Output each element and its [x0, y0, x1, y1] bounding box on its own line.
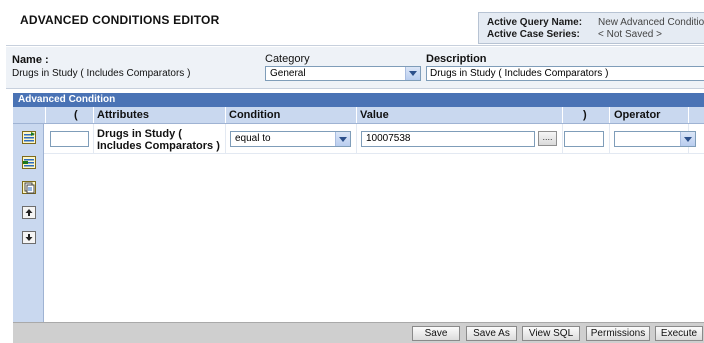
value-input[interactable]: 10007538 [361, 131, 535, 147]
row-divider [356, 124, 357, 154]
condition-select-value: equal to [235, 133, 271, 144]
active-case-label: Active Case Series: [487, 29, 580, 40]
column-divider [562, 107, 563, 123]
copy-row-icon[interactable] [22, 181, 36, 194]
category-label: Category [265, 53, 310, 65]
save-button[interactable]: Save [412, 326, 460, 341]
page-title: ADVANCED CONDITIONS EDITOR [20, 13, 220, 27]
execute-button[interactable]: Execute [655, 326, 703, 341]
description-input[interactable]: Drugs in Study ( Includes Comparators ) [426, 66, 704, 81]
description-label: Description [426, 53, 487, 65]
attribute-cell: Drugs in Study ( Includes Comparators ) [97, 128, 220, 152]
save-as-button[interactable]: Save As [466, 326, 517, 341]
row-toolbar [13, 124, 44, 322]
row-divider [93, 124, 94, 154]
category-select[interactable]: General [265, 66, 421, 81]
active-query-box: Active Query Name: New Advanced Conditio… [478, 12, 704, 44]
column-close-paren: ) [583, 109, 587, 121]
category-select-value: General [270, 68, 306, 79]
close-paren-input[interactable] [564, 131, 604, 147]
column-divider [688, 107, 689, 123]
column-divider [609, 107, 610, 123]
column-condition: Condition [229, 109, 281, 121]
active-query-label: Active Query Name: [487, 17, 583, 28]
column-attributes: Attributes [97, 109, 149, 121]
condition-select[interactable]: equal to [230, 131, 351, 147]
column-divider [356, 107, 357, 123]
operator-select[interactable] [614, 131, 696, 147]
condition-grid-header: ( Attributes Condition Value ) Operator [13, 107, 704, 124]
chevron-down-icon[interactable] [680, 132, 695, 146]
active-query-value: New Advanced Condition [598, 17, 704, 28]
chevron-down-icon[interactable] [335, 132, 350, 146]
add-row-icon[interactable] [22, 131, 36, 144]
open-paren-input[interactable] [50, 131, 89, 147]
column-open-paren: ( [74, 109, 78, 121]
name-value: Drugs in Study ( Includes Comparators ) [12, 68, 191, 79]
column-value: Value [360, 109, 389, 121]
row-divider [562, 124, 563, 154]
name-label: Name : [12, 54, 49, 66]
column-divider [225, 107, 226, 123]
view-sql-button[interactable]: View SQL [522, 326, 580, 341]
advanced-condition-title: Advanced Condition [13, 93, 704, 107]
column-divider [93, 107, 94, 123]
insert-row-icon[interactable] [22, 156, 36, 169]
permissions-button[interactable]: Permissions [586, 326, 650, 341]
column-divider [45, 107, 46, 123]
move-up-icon[interactable] [22, 206, 36, 219]
chevron-down-icon[interactable] [405, 67, 420, 80]
value-lookup-button[interactable]: .... [538, 131, 557, 146]
move-down-icon[interactable] [22, 231, 36, 244]
row-divider [609, 124, 610, 154]
row-divider [225, 124, 226, 154]
active-case-value: < Not Saved > [598, 29, 662, 40]
column-operator: Operator [614, 109, 661, 121]
